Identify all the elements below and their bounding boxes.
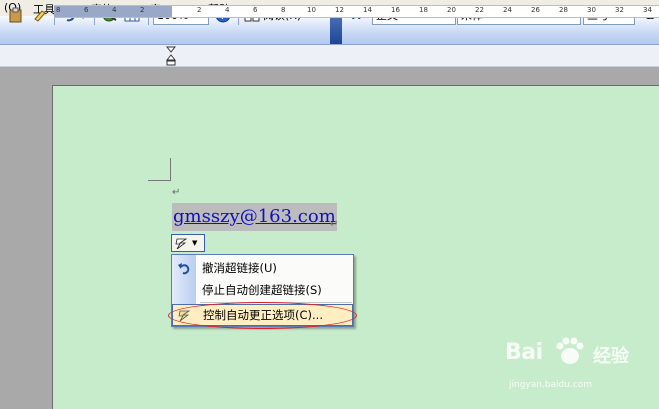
ruler-tick: 12 — [335, 6, 344, 14]
menu-item-label: 撤消超链接(U) — [202, 261, 277, 275]
hyperlink-text[interactable]: gmsszy@163.com — [173, 206, 336, 227]
lightning-icon — [175, 238, 188, 249]
undo-hyperlink-item[interactable]: 撤消超链接(U) — [172, 257, 353, 279]
ruler-tick: 2 — [140, 6, 145, 14]
baidu-watermark: Bai 经验 jingyan.baidu.com — [505, 337, 655, 398]
chevron-down-icon: ▼ — [192, 239, 198, 247]
watermark-brand-tail: 经验 — [593, 346, 629, 367]
ruler-tick: 22 — [475, 6, 484, 14]
ruler-tick: 6 — [84, 6, 89, 14]
page-margin-area — [0, 67, 52, 409]
ruler-tick: 16 — [391, 6, 400, 14]
ruler-tick: 28 — [559, 6, 568, 14]
selected-hyperlink[interactable]: gmsszy@163.com — [172, 203, 337, 231]
autocorrect-options-button[interactable]: ▼ — [171, 234, 205, 252]
paw-icon — [556, 337, 584, 364]
ruler-tick: 8 — [281, 6, 286, 14]
ruler-tick: 4 — [225, 6, 230, 14]
ruler-tick: 34 — [643, 6, 652, 14]
ruler-tick: 14 — [363, 6, 372, 14]
highlight-ellipse — [168, 302, 357, 329]
paragraph-mark: ↵ — [330, 219, 339, 230]
ruler-tick: 2 — [197, 6, 202, 14]
ruler-tick: 18 — [419, 6, 428, 14]
menu-item-label: 停止自动创建超链接(S) — [202, 283, 322, 297]
stop-auto-hyperlink-item[interactable]: 停止自动创建超链接(S) — [172, 279, 353, 301]
ruler-tick: 26 — [531, 6, 540, 14]
indent-marker-icon[interactable] — [166, 46, 176, 67]
page-margin-area — [52, 67, 659, 85]
paste-icon[interactable] — [8, 5, 24, 25]
toolbar-options-grip[interactable] — [330, 16, 342, 44]
format-painter-icon[interactable] — [32, 5, 48, 25]
watermark-url: jingyan.baidu.com — [509, 380, 593, 390]
ruler-bar — [0, 45, 659, 67]
undo-icon — [177, 261, 191, 275]
watermark-brand: Bai — [505, 340, 543, 365]
ruler-tick: 32 — [615, 6, 624, 14]
ruler-tick: 30 — [587, 6, 596, 14]
horizontal-ruler[interactable]: 8 6 4 2 2 4 6 8 10 12 14 16 18 20 22 24 … — [54, 5, 659, 18]
ruler-tick: 20 — [447, 6, 456, 14]
ruler-tick: 10 — [307, 6, 316, 14]
ruler-tick: 24 — [503, 6, 512, 14]
paragraph-mark: ↵ — [172, 187, 181, 198]
ruler-tick: 8 — [56, 6, 61, 14]
ruler-tick: 6 — [253, 6, 258, 14]
ruler-tick: 4 — [112, 6, 117, 14]
margin-corner-mark — [148, 158, 171, 181]
